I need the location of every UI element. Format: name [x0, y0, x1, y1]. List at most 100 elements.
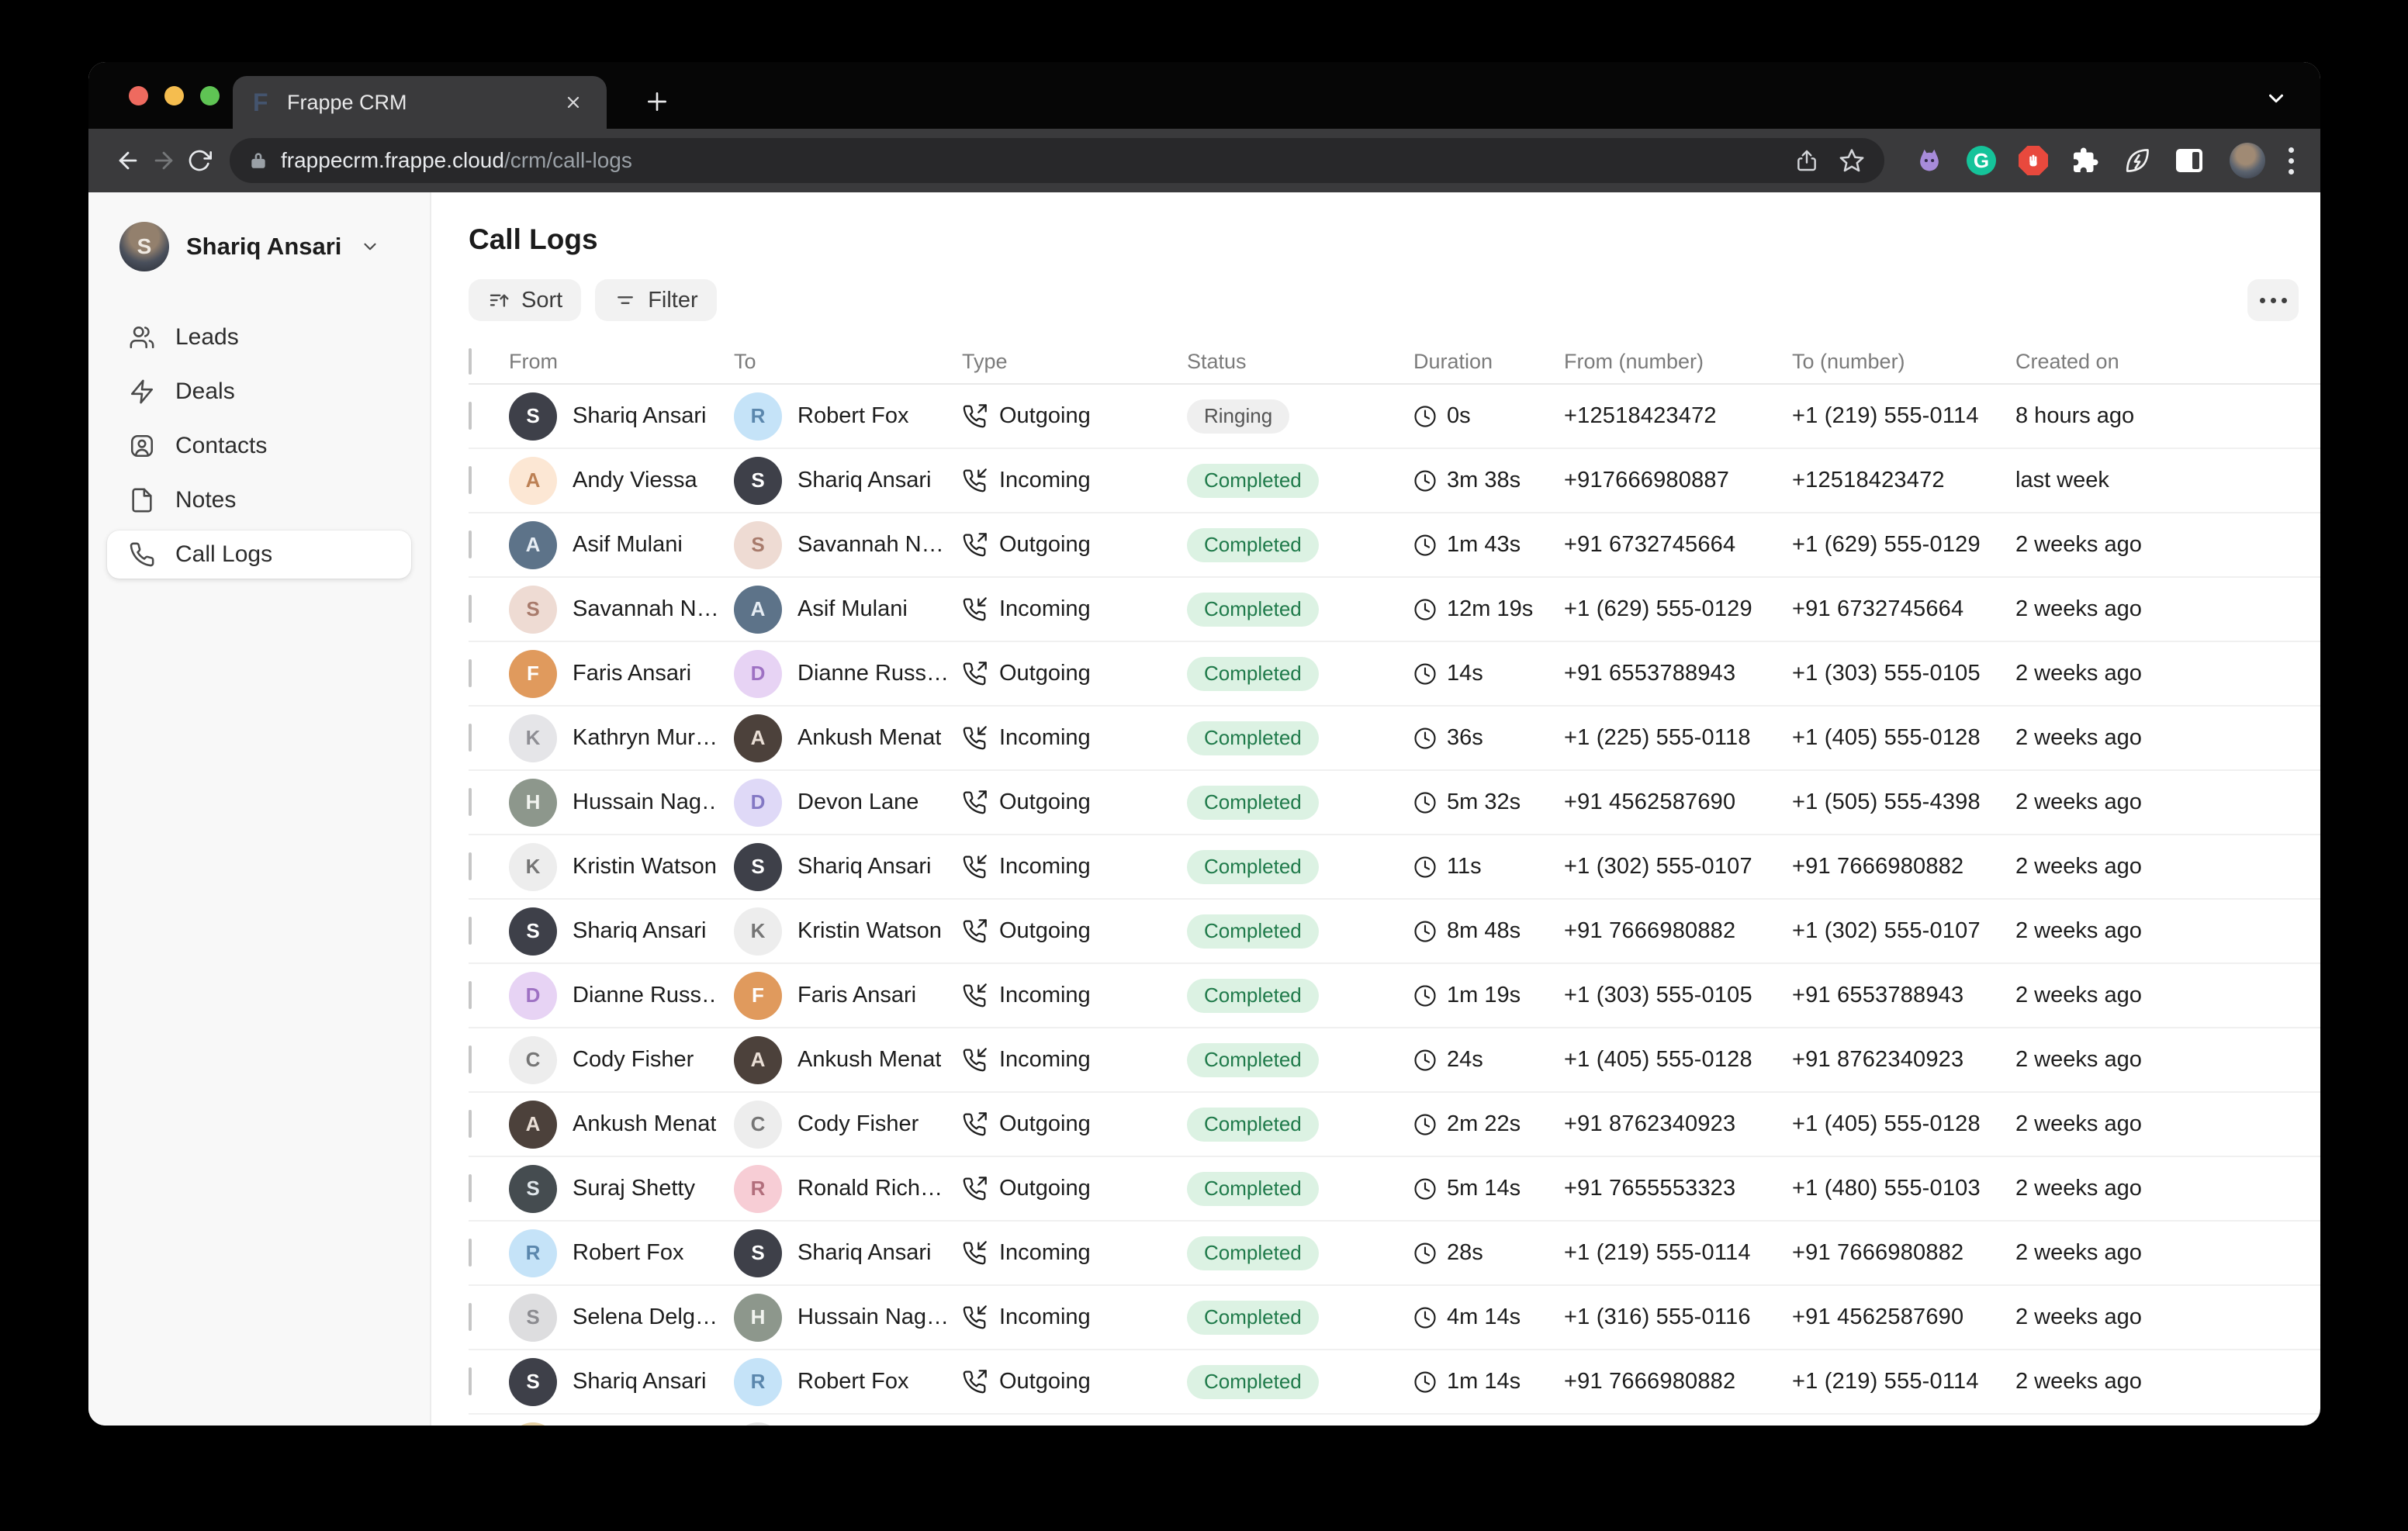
table-row[interactable]: F Faris Ansari D Dianne Russ… Outgoing C…	[469, 642, 2320, 707]
table-row[interactable]	[469, 1415, 2320, 1426]
to-cell: H Hussain Nag…	[734, 1294, 962, 1342]
from-avatar: K	[509, 843, 557, 891]
row-checkbox[interactable]	[469, 981, 472, 1009]
share-icon[interactable]	[1790, 143, 1824, 178]
table-row[interactable]: S Suraj Shetty R Ronald Rich… Outgoing C…	[469, 1157, 2320, 1222]
table-row[interactable]: H Hussain Nag… D Devon Lane Outgoing Com…	[469, 771, 2320, 835]
type-cell: Outgoing	[962, 1176, 1187, 1201]
table-row[interactable]: A Andy Viessa S Shariq Ansari Incoming C…	[469, 449, 2320, 513]
maximize-window-button[interactable]	[200, 86, 220, 105]
reload-button[interactable]	[182, 143, 217, 178]
sidebar-item-deals[interactable]: Deals	[107, 368, 411, 416]
row-checkbox[interactable]	[469, 1045, 472, 1073]
from-cell: H Hussain Nag…	[509, 779, 734, 827]
leaf-extension-icon[interactable]	[2122, 145, 2153, 176]
created-on: 2 weeks ago	[2015, 661, 2320, 686]
sidebar-item-call-logs[interactable]: Call Logs	[107, 530, 411, 579]
browser-profile-avatar[interactable]	[2230, 143, 2265, 178]
forward-button[interactable]	[146, 143, 182, 178]
address-bar[interactable]: frappecrm.frappe.cloud/crm/call-logs	[230, 138, 1884, 183]
minimize-window-button[interactable]	[164, 86, 184, 105]
table-row[interactable]: C Cody Fisher A Ankush Menat Incoming Co…	[469, 1028, 2320, 1093]
column-header-from[interactable]: From	[509, 350, 734, 374]
clock-icon	[1413, 662, 1437, 686]
column-header-created-on[interactable]: Created on	[2015, 350, 2320, 374]
close-window-button[interactable]	[129, 86, 148, 105]
tab-search-chevron-icon[interactable]	[2264, 87, 2288, 114]
row-checkbox[interactable]	[469, 724, 472, 752]
browser-tab[interactable]: F Frappe CRM	[233, 76, 607, 129]
select-all-checkbox[interactable]	[469, 348, 472, 375]
duration-value: 3m 38s	[1447, 468, 1521, 493]
table-row[interactable]: S Savannah N… A Asif Mulani Incoming Com…	[469, 578, 2320, 642]
sidebar-item-notes[interactable]: Notes	[107, 476, 411, 524]
row-checkbox[interactable]	[469, 852, 472, 880]
status-cell: Ringing	[1187, 399, 1413, 434]
to-number: +12518423472	[1792, 468, 2015, 493]
from-name: Ankush Menat	[573, 1111, 716, 1137]
row-checkbox[interactable]	[469, 530, 472, 558]
status-cell: Completed	[1187, 1108, 1413, 1142]
sidebar-item-leads[interactable]: Leads	[107, 313, 411, 361]
phone-outgoing-icon	[962, 1112, 987, 1137]
column-header-from-number[interactable]: From (number)	[1564, 350, 1792, 374]
column-header-duration[interactable]: Duration	[1413, 350, 1564, 374]
table-row[interactable]: A Asif Mulani S Savannah N… Outgoing Com…	[469, 513, 2320, 578]
github-extension-icon[interactable]	[1914, 145, 1945, 176]
row-checkbox[interactable]	[469, 917, 472, 945]
duration-cell: 2m 22s	[1413, 1111, 1564, 1137]
table-row[interactable]: K Kathryn Mur… A Ankush Menat Incoming C…	[469, 707, 2320, 771]
sidebar-toggle-icon[interactable]	[2174, 145, 2205, 176]
tab-close-icon[interactable]	[560, 89, 586, 116]
row-checkbox[interactable]	[469, 1367, 472, 1395]
user-name: Shariq Ansari	[186, 233, 341, 261]
adblock-extension-icon[interactable]	[2018, 145, 2049, 176]
table-row[interactable]: R Robert Fox S Shariq Ansari Incoming Co…	[469, 1222, 2320, 1286]
column-header-status[interactable]: Status	[1187, 350, 1413, 374]
status-cell: Completed	[1187, 1043, 1413, 1077]
table-row[interactable]: S Shariq Ansari K Kristin Watson Outgoin…	[469, 900, 2320, 964]
column-header-to[interactable]: To	[734, 350, 962, 374]
bookmark-star-icon[interactable]	[1835, 143, 1869, 178]
row-checkbox[interactable]	[469, 1239, 472, 1267]
row-checkbox[interactable]	[469, 466, 472, 494]
row-checkbox[interactable]	[469, 659, 472, 687]
column-header-type[interactable]: Type	[962, 350, 1187, 374]
table-row[interactable]: A Ankush Menat C Cody Fisher Outgoing Co…	[469, 1093, 2320, 1157]
list-actions: Sort Filter	[469, 279, 2320, 321]
user-menu[interactable]: S Shariq Ansari	[88, 222, 430, 271]
from-number: +91 7655553323	[1564, 1176, 1792, 1201]
to-cell: K Kristin Watson	[734, 907, 962, 956]
table-row[interactable]: D Dianne Russ… F Faris Ansari Incoming C…	[469, 964, 2320, 1028]
duration-value: 36s	[1447, 725, 1483, 751]
row-checkbox[interactable]	[469, 1303, 472, 1331]
table-row[interactable]: S Shariq Ansari R Robert Fox Outgoing Ri…	[469, 385, 2320, 449]
back-button[interactable]	[110, 143, 146, 178]
browser-menu-icon[interactable]	[2284, 143, 2299, 179]
table-row[interactable]: S Selena Delg… H Hussain Nag… Incoming C…	[469, 1286, 2320, 1350]
to-name: Dianne Russ…	[797, 661, 946, 686]
table-row[interactable]: K Kristin Watson S Shariq Ansari Incomin…	[469, 835, 2320, 900]
row-checkbox[interactable]	[469, 1110, 472, 1138]
tab-strip: F Frappe CRM	[88, 62, 2320, 129]
row-checkbox[interactable]	[469, 788, 472, 816]
column-header-to-number[interactable]: To (number)	[1792, 350, 2015, 374]
status-cell: Completed	[1187, 657, 1413, 691]
row-checkbox[interactable]	[469, 1174, 472, 1202]
from-avatar: C	[509, 1036, 557, 1084]
table-row[interactable]: S Shariq Ansari R Robert Fox Outgoing Co…	[469, 1350, 2320, 1415]
row-checkbox[interactable]	[469, 402, 472, 430]
sidebar-item-label: Call Logs	[175, 541, 272, 568]
filter-button[interactable]: Filter	[595, 279, 716, 321]
created-on: 2 weeks ago	[2015, 918, 2320, 944]
row-checkbox[interactable]	[469, 595, 472, 623]
extensions-puzzle-icon[interactable]	[2070, 145, 2101, 176]
status-cell: Completed	[1187, 1236, 1413, 1270]
from-avatar: H	[509, 779, 557, 827]
new-tab-button[interactable]	[636, 81, 678, 123]
more-options-button[interactable]	[2247, 279, 2299, 321]
sidebar-item-contacts[interactable]: Contacts	[107, 422, 411, 470]
sort-button[interactable]: Sort	[469, 279, 581, 321]
grammarly-extension-icon[interactable]: G	[1966, 145, 1997, 176]
to-name: Kristin Watson	[797, 918, 942, 944]
